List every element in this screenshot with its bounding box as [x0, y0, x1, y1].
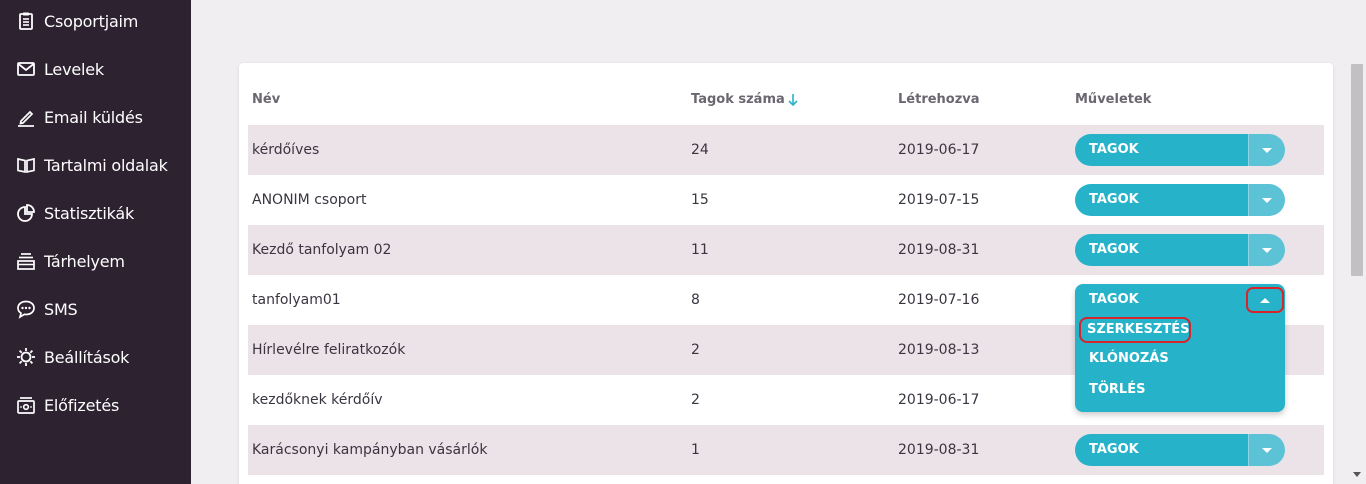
sidebar-item-elofizetes[interactable]: Előfizetés: [0, 381, 191, 429]
created-date: 2019-08-13: [898, 342, 980, 358]
table-row: kérdőíves 24 2019-06-17 TAGOK: [248, 125, 1324, 175]
member-count: 2: [691, 392, 700, 408]
group-name: kérdőíves: [252, 142, 320, 158]
member-count: 24: [691, 142, 709, 158]
menu-item-edit[interactable]: SZERKESZTÉS: [1079, 317, 1191, 343]
pie-chart-icon: [16, 203, 36, 223]
sidebar-item-sms[interactable]: SMS: [0, 285, 191, 333]
created-date: 2019-07-15: [898, 192, 980, 208]
group-name: ANONIM csoport: [252, 192, 367, 208]
members-button[interactable]: TAGOK: [1075, 434, 1248, 466]
created-date: 2019-08-31: [898, 242, 980, 258]
table-row: Karácsonyi kampányban vásárlók 1 2019-08…: [248, 425, 1324, 475]
sidebar-item-statisztikak[interactable]: Statisztikák: [0, 189, 191, 237]
group-name: Hírlevélre feliratkozók: [252, 342, 406, 358]
actions-dropdown-menu: TAGOK SZERKESZTÉS KLÓNOZÁS TÖRLÉS: [1075, 284, 1285, 412]
menu-item-delete[interactable]: TÖRLÉS: [1089, 382, 1145, 397]
sidebar-item-beallitasok[interactable]: Beállítások: [0, 333, 191, 381]
sidebar-item-label: Csoportjaim: [44, 11, 139, 31]
created-date: 2019-07-16: [898, 292, 980, 308]
arrow-down-icon[interactable]: [787, 93, 799, 107]
created-date: 2019-08-31: [898, 442, 980, 458]
chevron-down-icon: [1262, 247, 1272, 253]
sidebar-item-csoportjaim[interactable]: Csoportjaim: [0, 0, 191, 45]
sidebar-item-label: SMS: [44, 299, 78, 319]
sidebar-item-label: Email küldés: [44, 107, 143, 127]
member-count: 15: [691, 192, 709, 208]
chevron-up-icon: [1260, 297, 1270, 303]
wallet-icon: [16, 395, 36, 415]
members-button[interactable]: TAGOK: [1089, 292, 1139, 307]
chevron-down-icon: [1262, 147, 1272, 153]
menu-item-clone[interactable]: KLÓNOZÁS: [1089, 351, 1169, 366]
table-row: ANONIM csoport 15 2019-07-15 TAGOK: [248, 175, 1324, 225]
actions-dropdown-toggle[interactable]: [1248, 434, 1285, 466]
member-count: 1: [691, 442, 700, 458]
members-button[interactable]: TAGOK: [1075, 134, 1248, 166]
sidebar-item-label: Tárhelyem: [44, 251, 125, 271]
members-split-button: TAGOK: [1075, 434, 1285, 466]
sidebar-item-tartalmi-oldalak[interactable]: Tartalmi oldalak: [0, 141, 191, 189]
storage-icon: [16, 251, 36, 271]
group-name: Kezdő tanfolyam 02: [252, 242, 392, 258]
created-date: 2019-06-17: [898, 392, 980, 408]
sidebar: Csoportjaim Levelek Email küldés Tartalm…: [0, 0, 191, 484]
sidebar-item-label: Előfizetés: [44, 395, 120, 415]
sidebar-item-label: Statisztikák: [44, 203, 135, 223]
members-button[interactable]: TAGOK: [1075, 184, 1248, 216]
chevron-down-icon: [1262, 197, 1272, 203]
book-icon: [16, 155, 36, 175]
sidebar-item-label: Beállítások: [44, 347, 130, 367]
column-header-actions: Műveletek: [1075, 92, 1152, 107]
gear-icon: [16, 347, 36, 367]
member-count: 11: [691, 242, 709, 258]
members-split-button: TAGOK: [1075, 134, 1285, 166]
chat-icon: [16, 299, 36, 319]
sidebar-item-email-kuldes[interactable]: Email küldés: [0, 93, 191, 141]
column-header-created[interactable]: Létrehozva: [898, 92, 980, 107]
members-split-button: TAGOK: [1075, 234, 1285, 266]
created-date: 2019-06-17: [898, 142, 980, 158]
actions-dropdown-toggle[interactable]: [1248, 134, 1285, 166]
column-header-members[interactable]: Tagok száma: [691, 92, 785, 107]
actions-dropdown-toggle[interactable]: [1248, 184, 1285, 216]
sidebar-item-label: Tartalmi oldalak: [44, 155, 168, 175]
column-header-name[interactable]: Név: [252, 92, 280, 107]
sidebar-item-levelek[interactable]: Levelek: [0, 45, 191, 93]
members-split-button: TAGOK: [1075, 184, 1285, 216]
actions-dropdown-toggle[interactable]: [1246, 287, 1284, 313]
scrollbar-thumb[interactable]: [1351, 64, 1363, 276]
group-name: Karácsonyi kampányban vásárlók: [252, 442, 488, 458]
sidebar-item-label: Levelek: [44, 59, 104, 79]
table-row: Kezdő tanfolyam 02 11 2019-08-31 TAGOK: [248, 225, 1324, 275]
mail-icon: [16, 59, 36, 79]
scroll-down-arrow-icon[interactable]: [1353, 472, 1361, 477]
group-name: kezdőknek kérdőív: [252, 392, 383, 408]
pencil-icon: [16, 107, 36, 127]
clipboard-icon: [16, 11, 36, 31]
group-name: tanfolyam01: [252, 292, 341, 308]
member-count: 2: [691, 342, 700, 358]
members-button[interactable]: TAGOK: [1075, 234, 1248, 266]
sidebar-item-tarhelyem[interactable]: Tárhelyem: [0, 237, 191, 285]
chevron-down-icon: [1262, 447, 1272, 453]
actions-dropdown-toggle[interactable]: [1248, 234, 1285, 266]
member-count: 8: [691, 292, 700, 308]
